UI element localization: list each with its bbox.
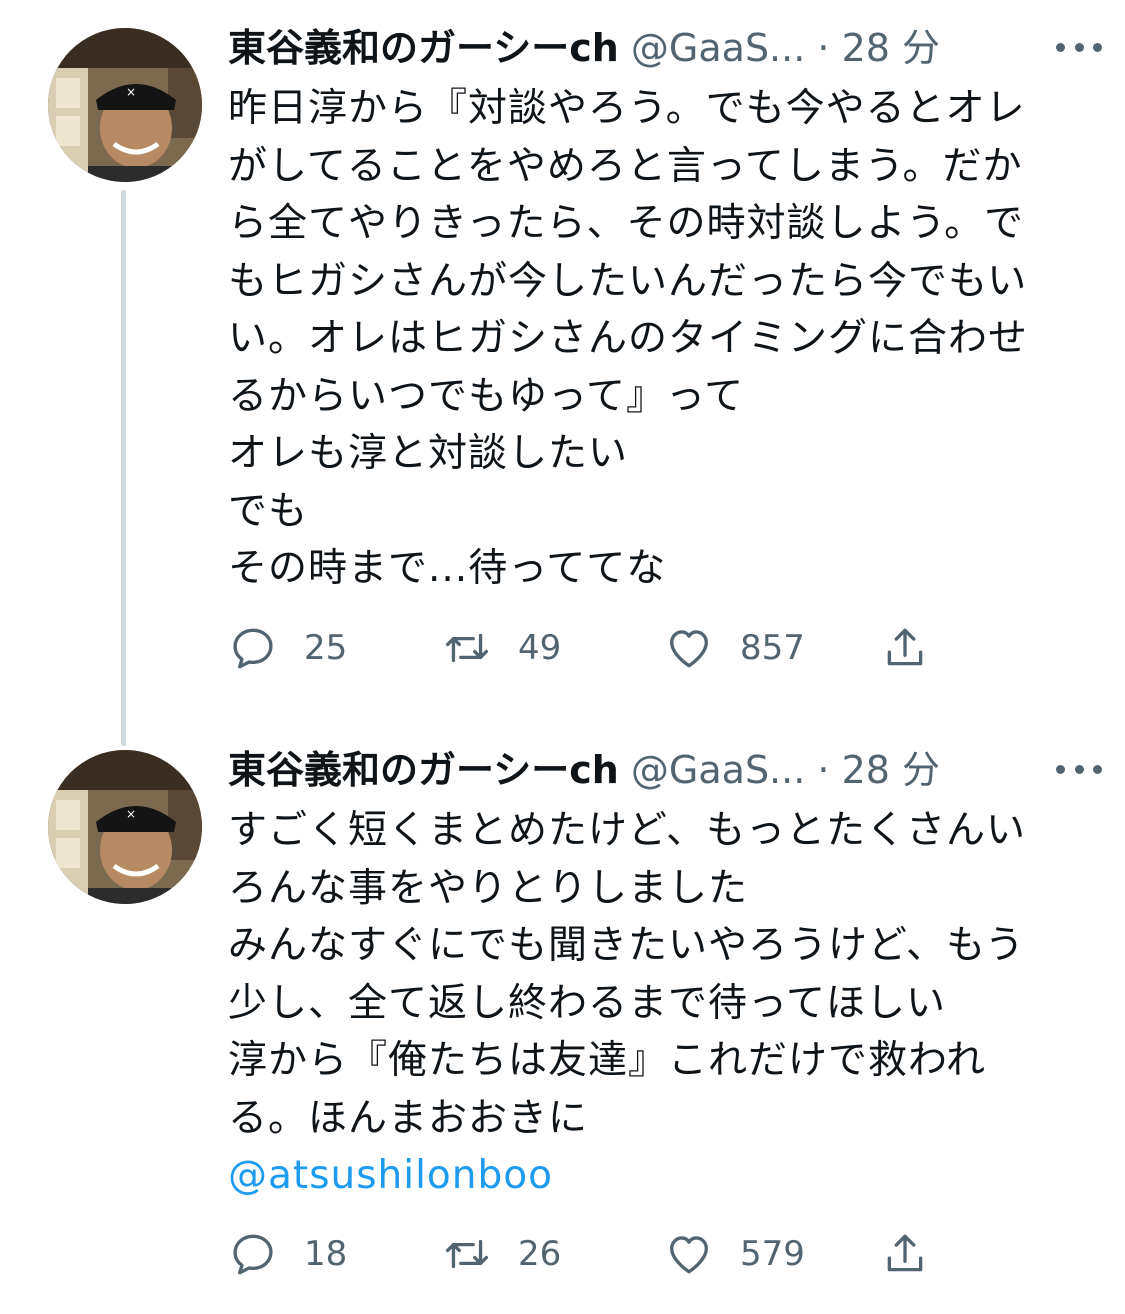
svg-text:×: ×: [126, 807, 136, 821]
tweet-text-line: でも: [228, 488, 309, 534]
separator-dot: ·: [817, 26, 830, 70]
tweet-content: 東谷義和のガーシーch @GaaS... · 28 分 すごく短くまとめたけど、…: [228, 744, 1102, 1205]
tweet-text-line: みんなすぐにでも聞きたいやろうけど、もう: [228, 923, 1025, 968]
user-handle[interactable]: @GaaS...: [631, 26, 805, 70]
tweet-text-line: すごく短くまとめたけど、もっとたくさんい: [228, 808, 1027, 853]
timestamp[interactable]: 28 分: [842, 26, 940, 70]
retweet-arrows-icon: [445, 633, 489, 663]
tweet-text-line: 淳から『俺たちは友達』これだけで救われ: [228, 1038, 987, 1083]
retweet-count: 49: [518, 628, 562, 668]
separator-dot: ·: [817, 748, 830, 792]
ellipsis-icon[interactable]: [1056, 758, 1102, 780]
tweet-header: 東谷義和のガーシーch @GaaS... · 28 分: [228, 22, 1102, 74]
avatar-photo: ×: [48, 750, 202, 904]
avatar-photo: ×: [48, 28, 202, 182]
tweet-text-line: 昨日淳から『対談やろう。でも今やるとオレ: [228, 86, 1026, 131]
timestamp[interactable]: 28 分: [842, 748, 940, 792]
retweet-button[interactable]: 49: [442, 620, 561, 676]
tweet-2[interactable]: × 東谷義和のガーシーch @GaaS... · 28 分 すごく短くまとめたけ…: [0, 720, 1125, 1314]
tweet-text-line: るからいつでもゆって』って: [228, 373, 745, 419]
tweet-text: すごく短くまとめたけど、もっとたくさんい ろんな事をやりとりしました みんなすぐ…: [228, 802, 1088, 1205]
display-name[interactable]: 東谷義和のガーシーch: [228, 26, 619, 70]
heart-icon: [670, 630, 708, 668]
avatar[interactable]: ×: [48, 28, 202, 182]
tweet-text: 昨日淳から『対談やろう。でも今やるとオレ がしてることをやめろと言ってしまう。だ…: [228, 80, 1088, 598]
tweet-text-line: る。ほんまおおきに: [228, 1095, 589, 1141]
heart-icon: [670, 1236, 708, 1274]
ellipsis-icon[interactable]: [1056, 36, 1102, 58]
tweet-actions: 25 49 857: [228, 620, 948, 676]
tweet-text-line: がしてることをやめろと言ってしまう。だか: [228, 143, 1023, 189]
display-name[interactable]: 東谷義和のガーシーch: [228, 748, 619, 792]
tweet-actions: 18 26 579: [228, 1226, 948, 1282]
share-upload-icon: [887, 1234, 923, 1272]
tweet-text-line: オレも淳と対談したい: [228, 431, 629, 476]
like-button[interactable]: 579: [664, 1226, 805, 1282]
tweet-thread: × 東谷義和のガーシーch @GaaS... · 28 分 昨日淳から『対談やろ…: [0, 0, 1125, 1314]
reply-count: 25: [304, 628, 348, 668]
tweet-text-line: い。オレはヒガシさんのタイミングに合わせ: [228, 316, 1029, 361]
like-button[interactable]: 857: [664, 620, 805, 676]
tweet-1[interactable]: × 東谷義和のガーシーch @GaaS... · 28 分 昨日淳から『対談やろ…: [0, 0, 1125, 720]
reply-button[interactable]: 25: [228, 620, 347, 676]
retweet-button[interactable]: 26: [442, 1226, 561, 1282]
tweet-text-line: 少し、全て返し終わるまで待ってほしい: [228, 980, 947, 1026]
avatar[interactable]: ×: [48, 750, 202, 904]
tweet-header: 東谷義和のガーシーch @GaaS... · 28 分: [228, 744, 1102, 796]
share-button[interactable]: [880, 1226, 930, 1282]
tweet-content: 東谷義和のガーシーch @GaaS... · 28 分 昨日淳から『対談やろう。…: [228, 22, 1102, 598]
tweet-text-line: もヒガシさんが今したいんだったら今でもい: [228, 258, 1028, 304]
user-handle[interactable]: @GaaS...: [631, 748, 805, 792]
like-count: 579: [740, 1234, 805, 1274]
retweet-count: 26: [518, 1234, 562, 1274]
retweet-arrows-icon: [445, 1239, 489, 1269]
speech-bubble-icon: [233, 628, 273, 669]
tweet-text-line: その時まで...待っててな: [228, 546, 667, 591]
reply-count: 18: [304, 1234, 348, 1274]
svg-text:×: ×: [126, 85, 136, 99]
tweet-text-line: ら全てやりきったら、その時対談しよう。で: [228, 201, 1025, 246]
share-upload-icon: [887, 628, 923, 666]
speech-bubble-icon: [233, 1234, 273, 1275]
tweet-text-line: ろんな事をやりとりしました: [228, 865, 749, 911]
reply-button[interactable]: 18: [228, 1226, 347, 1282]
like-count: 857: [740, 628, 805, 668]
share-button[interactable]: [880, 620, 930, 676]
mention-link[interactable]: @atsushilonboo: [228, 1147, 1088, 1205]
